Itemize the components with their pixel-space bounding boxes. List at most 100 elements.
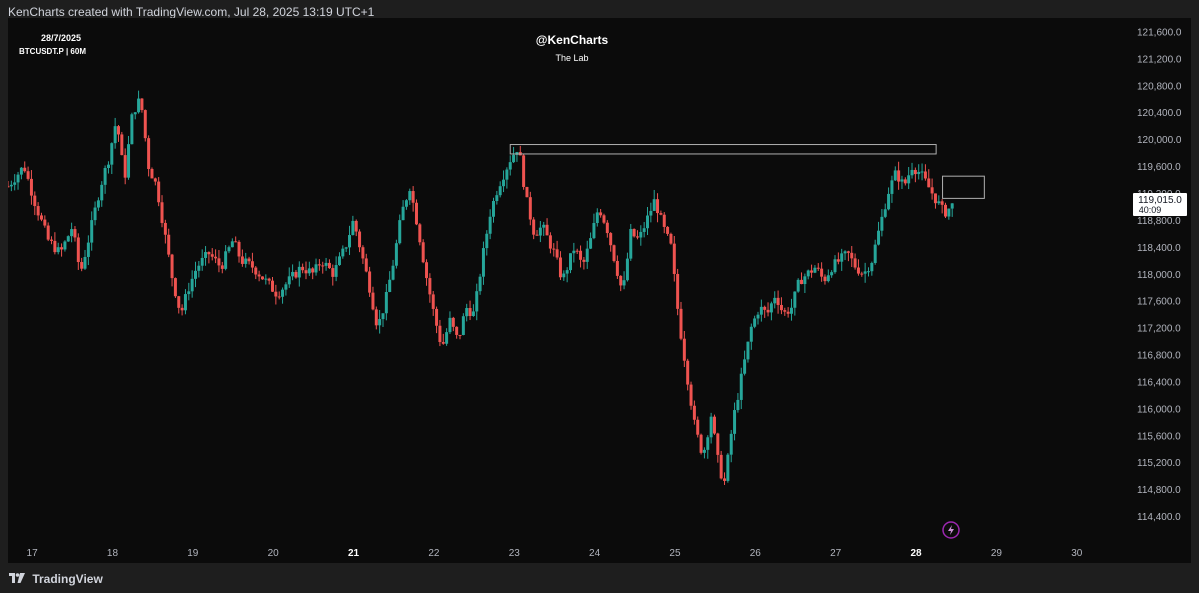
candle-body	[364, 258, 368, 272]
candle-body	[13, 182, 17, 185]
candle-body	[823, 276, 827, 282]
candle-body	[646, 215, 650, 229]
candle-body	[736, 399, 740, 411]
candle-body	[853, 258, 857, 268]
candle-body	[113, 126, 117, 144]
candle-body	[887, 193, 891, 210]
candle-body	[224, 251, 228, 269]
candle-body	[297, 266, 301, 278]
candle-body	[723, 478, 727, 481]
candle-body	[455, 326, 459, 335]
y-tick-label: 117,200.0	[1137, 324, 1181, 335]
y-tick-label: 116,000.0	[1137, 404, 1181, 415]
candle-body	[83, 256, 87, 269]
candle-body	[358, 231, 362, 248]
candle-body	[153, 178, 157, 182]
candle-body	[642, 228, 646, 232]
candle-body	[582, 259, 586, 262]
candle-body	[662, 214, 666, 227]
candle-body	[719, 454, 723, 479]
candle-body	[127, 144, 131, 178]
candle-body	[917, 171, 921, 175]
chart-area[interactable]: 114,400.0 114,800.0 115,200.0 115,600.0 116,…	[8, 18, 1191, 563]
candle-body	[217, 258, 221, 266]
candle-body	[692, 405, 696, 420]
candle-body	[100, 184, 104, 201]
candle-body	[753, 318, 757, 327]
candle-body	[589, 238, 593, 249]
candle-body	[33, 195, 37, 207]
candle-body	[512, 154, 516, 163]
y-tick-label: 117,600.0	[1137, 297, 1181, 308]
candle-body	[491, 201, 495, 217]
candle-body	[133, 112, 137, 115]
candle-body	[883, 209, 887, 217]
candle-body	[317, 264, 321, 266]
candle-body	[9, 184, 13, 187]
candle-body	[401, 206, 405, 221]
x-tick-label: 26	[750, 548, 762, 559]
candle-body	[448, 317, 452, 333]
candle-body	[378, 319, 382, 326]
candle-body	[294, 271, 298, 278]
candle-body	[605, 222, 609, 234]
candle-body	[558, 257, 562, 278]
candle-body	[947, 208, 951, 217]
candle-body	[93, 207, 97, 221]
candle-body	[90, 220, 94, 243]
candle-body	[80, 262, 84, 269]
candle-body	[63, 241, 67, 250]
candle-body	[344, 247, 348, 249]
candle-body	[555, 249, 559, 258]
candle-body	[56, 247, 60, 253]
candle-body	[398, 220, 402, 244]
candle-body	[743, 359, 747, 374]
x-tick-label: 29	[991, 548, 1003, 559]
candle-body	[672, 243, 676, 274]
candle-body	[826, 275, 830, 282]
candle-body	[739, 373, 743, 400]
candle-body	[863, 271, 867, 274]
candle-body	[478, 276, 482, 292]
y-tick-label: 118,800.0	[1137, 216, 1181, 227]
candle-body	[535, 234, 539, 236]
candle-body	[485, 233, 489, 249]
candle-body	[609, 233, 613, 246]
candle-body	[495, 195, 499, 202]
candle-body	[240, 256, 244, 264]
candle-body	[50, 239, 54, 241]
candle-body	[371, 292, 375, 310]
candle-body	[726, 454, 730, 481]
candlestick-chart[interactable]: 114,400.0 114,800.0 115,200.0 115,600.0 116,…	[8, 18, 1191, 563]
x-tick-label: 19	[187, 548, 199, 559]
candle-body	[572, 250, 576, 254]
candle-body	[368, 271, 372, 293]
candle-body	[277, 296, 281, 298]
price-axis[interactable]	[1133, 18, 1191, 563]
candle-body	[763, 306, 767, 310]
candle-body	[622, 280, 626, 286]
chart-date-label: 28/7/2025	[41, 33, 81, 43]
candle-body	[257, 274, 261, 277]
last-price-tag: 119,015.0 40:09	[1133, 193, 1187, 216]
x-tick-label: 30	[1071, 548, 1083, 559]
candle-body	[575, 250, 579, 252]
candle-body	[903, 179, 907, 184]
candle-body	[143, 110, 147, 139]
candle-body	[813, 267, 817, 273]
candle-body	[866, 271, 870, 273]
x-tick-label: 21	[348, 548, 360, 559]
candle-body	[846, 251, 850, 253]
candle-body	[820, 268, 824, 277]
tradingview-logo[interactable]: TradingView	[9, 572, 103, 586]
candle-body	[46, 225, 50, 240]
candle-body	[194, 270, 197, 279]
candle-body	[619, 275, 623, 286]
candle-body	[890, 180, 894, 194]
candle-body	[843, 251, 847, 254]
tradingview-brand-text: TradingView	[32, 572, 103, 586]
candle-body	[810, 270, 814, 273]
candle-body	[140, 98, 144, 111]
y-tick-label: 121,600.0	[1137, 27, 1182, 38]
candle-body	[461, 316, 465, 335]
